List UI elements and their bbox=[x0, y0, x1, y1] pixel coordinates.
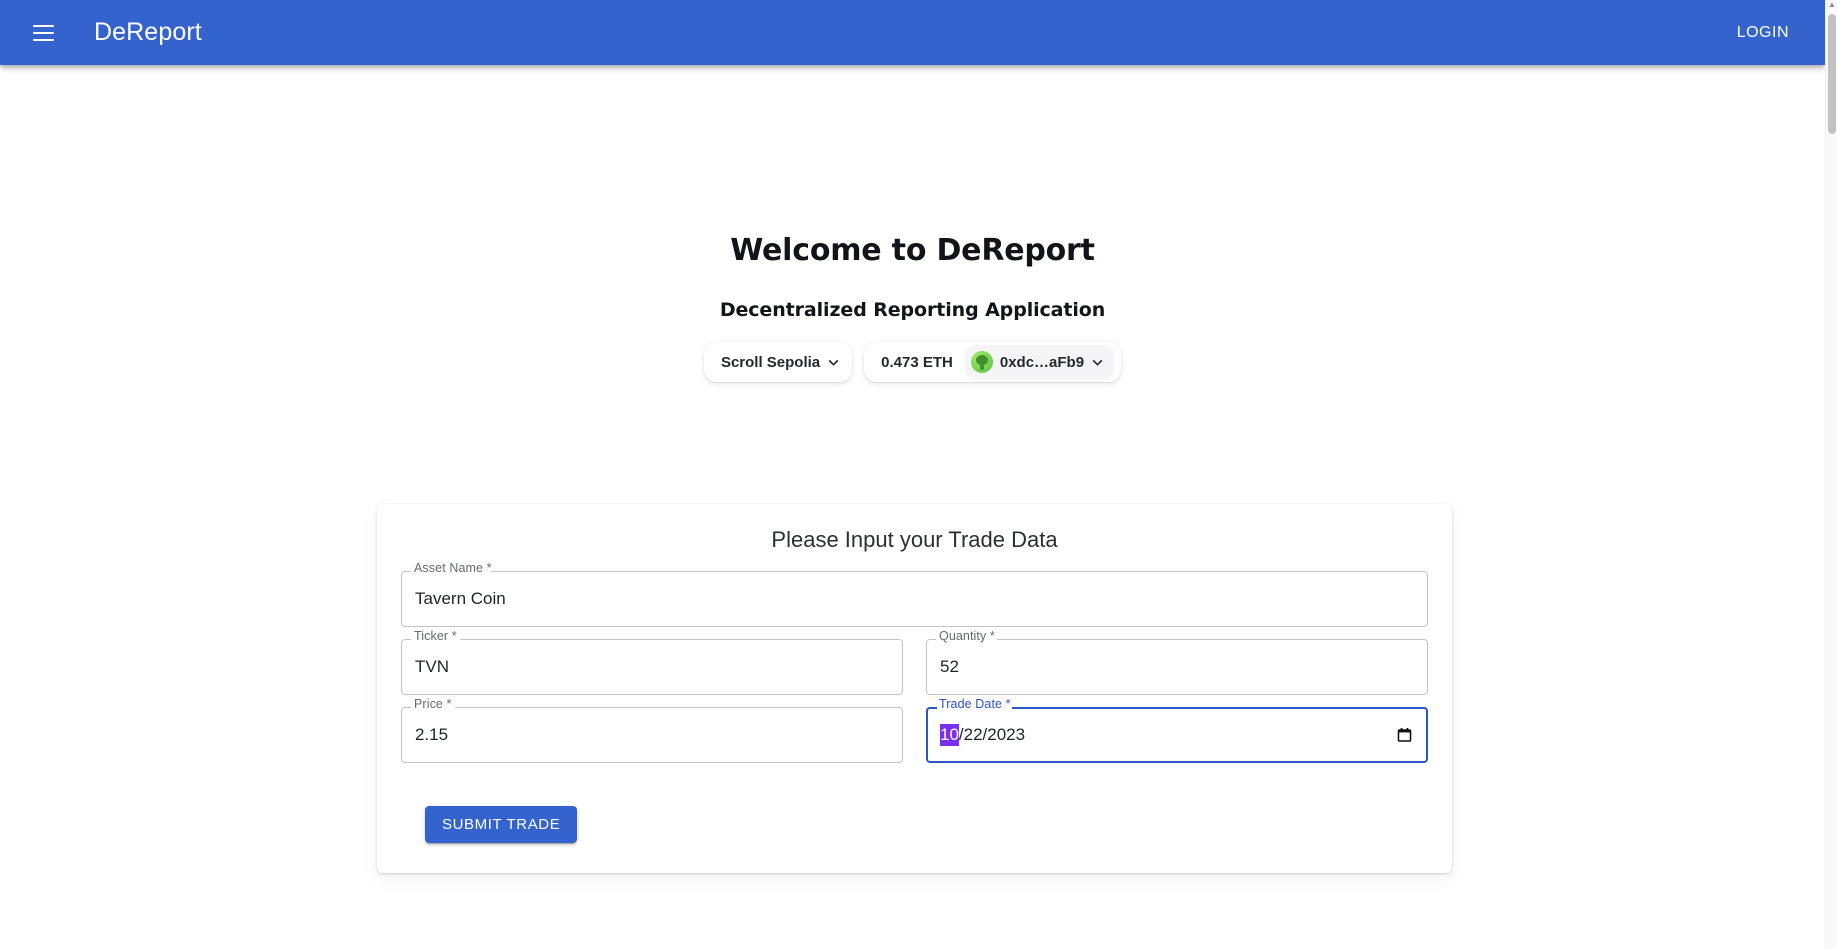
ticker-input[interactable] bbox=[401, 639, 903, 695]
network-selector-button[interactable]: Scroll Sepolia bbox=[703, 342, 853, 382]
welcome-heading: Welcome to DeReport bbox=[730, 233, 1095, 268]
trade-form-card: Please Input your Trade Data Asset Name … bbox=[377, 504, 1452, 873]
account-button[interactable]: 0.473 ETH 0xdc…aFb9 bbox=[864, 342, 1122, 382]
welcome-subheading: Decentralized Reporting Application bbox=[719, 299, 1106, 321]
price-field[interactable]: Price * Price * bbox=[401, 697, 903, 763]
menu-bar-1 bbox=[32, 24, 54, 27]
field-row-asset: Asset Name * Asset Name * bbox=[401, 561, 1428, 627]
menu-bar-2 bbox=[32, 31, 54, 34]
app-bar: DeReport LOGIN bbox=[0, 0, 1825, 65]
chevron-down-icon bbox=[829, 359, 839, 365]
login-button[interactable]: LOGIN bbox=[1725, 16, 1801, 50]
account-chip-inner[interactable]: 0xdc…aFb9 bbox=[964, 345, 1115, 379]
wallet-bar: Scroll Sepolia 0.473 ETH 0xdc…aFb9 bbox=[0, 342, 1825, 382]
ticker-field[interactable]: Ticker * Ticker * bbox=[401, 629, 903, 695]
quantity-input[interactable] bbox=[926, 639, 1428, 695]
price-input[interactable] bbox=[401, 707, 903, 763]
field-row-ticker-quantity: Ticker * Ticker * Quantity * Quantity * bbox=[401, 629, 1428, 695]
wallet-address: 0xdc…aFb9 bbox=[999, 353, 1085, 371]
trade-form: Asset Name * Asset Name * Ticker * Ticke… bbox=[377, 553, 1452, 843]
calendar-icon[interactable] bbox=[1396, 727, 1413, 744]
scrollbar-thumb[interactable] bbox=[1828, 14, 1836, 134]
wallet-avatar-icon bbox=[970, 351, 993, 373]
quantity-field[interactable]: Quantity * Quantity * bbox=[926, 629, 1428, 695]
page-scrollbar[interactable]: ▲ bbox=[1825, 0, 1837, 949]
submit-trade-button[interactable]: SUBMIT TRADE bbox=[425, 806, 578, 843]
submit-row: SUBMIT TRADE bbox=[401, 775, 1428, 843]
hamburger-menu-icon[interactable] bbox=[20, 10, 66, 56]
app-title: DeReport bbox=[94, 18, 202, 46]
form-title: Please Input your Trade Data bbox=[771, 527, 1058, 552]
asset-name-input[interactable] bbox=[401, 571, 1428, 627]
network-label: Scroll Sepolia bbox=[720, 353, 821, 371]
scrollbar-up-arrow[interactable]: ▲ bbox=[1828, 1, 1836, 9]
asset-name-field[interactable]: Asset Name * Asset Name * bbox=[401, 561, 1428, 627]
chevron-down-icon bbox=[1092, 359, 1103, 365]
trade-date-field[interactable]: Trade Date * Trade Date * 10/22/2023 bbox=[926, 697, 1428, 763]
date-month-segment[interactable]: 10 bbox=[940, 724, 959, 746]
menu-bar-3 bbox=[32, 38, 54, 41]
date-remaining-segments[interactable]: /22/2023 bbox=[959, 725, 1025, 745]
trade-date-value[interactable]: 10/22/2023 bbox=[926, 707, 1428, 763]
field-row-price-date: Price * Price * Trade Date * Trade Date … bbox=[401, 697, 1428, 763]
wallet-balance: 0.473 ETH bbox=[881, 353, 953, 371]
page-content: Welcome to DeReport Decentralized Report… bbox=[0, 65, 1825, 949]
